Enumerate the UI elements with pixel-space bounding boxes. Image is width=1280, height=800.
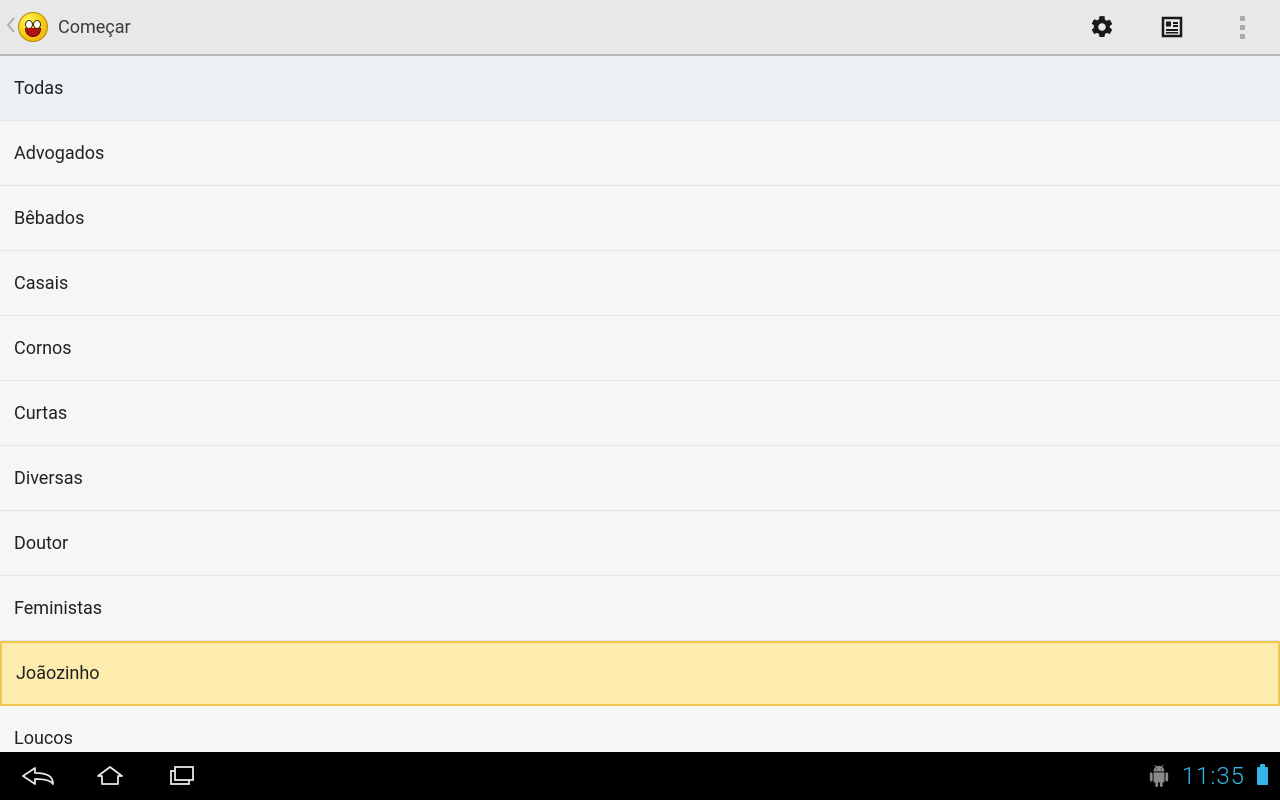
back-icon: [21, 764, 55, 788]
list-item-label: Loucos: [14, 728, 73, 749]
battery-icon: [1257, 767, 1268, 785]
nav-back-button[interactable]: [18, 756, 58, 796]
nav-recents-button[interactable]: [162, 756, 202, 796]
list-item-label: Joãozinho: [16, 663, 100, 684]
category-list: Todas Advogados Bêbados Casais Cornos Curtas D…: [0, 56, 1280, 800]
back-caret-icon[interactable]: [6, 15, 16, 39]
list-item[interactable]: Cornos: [0, 316, 1280, 381]
action-icons: [1078, 3, 1266, 51]
system-nav-bar: 11:35: [0, 752, 1280, 800]
list-item[interactable]: Todas: [0, 56, 1280, 121]
status-clock: 11:35: [1182, 762, 1245, 790]
list-item[interactable]: Bêbados: [0, 186, 1280, 251]
list-item[interactable]: Diversas: [0, 446, 1280, 511]
list-item-label: Diversas: [14, 468, 83, 489]
nav-home-button[interactable]: [90, 756, 130, 796]
list-item-label: Curtas: [14, 403, 67, 424]
app-smiley-icon[interactable]: [18, 12, 48, 42]
list-item-label: Doutor: [14, 533, 68, 554]
list-item[interactable]: Curtas: [0, 381, 1280, 446]
list-item[interactable]: Joãozinho: [0, 641, 1280, 706]
list-item[interactable]: Advogados: [0, 121, 1280, 186]
list-item-label: Bêbados: [14, 208, 84, 229]
gear-icon: [1089, 14, 1115, 40]
page-title: Começar: [58, 17, 131, 38]
list-item-label: Cornos: [14, 338, 72, 359]
recents-icon: [167, 764, 197, 788]
list-item-label: Advogados: [14, 143, 104, 164]
list-item-label: Casais: [14, 273, 68, 294]
home-icon: [95, 764, 125, 788]
list-item[interactable]: Feministas: [0, 576, 1280, 641]
overflow-menu-button[interactable]: [1218, 3, 1266, 51]
overflow-icon: [1232, 16, 1252, 39]
settings-button[interactable]: [1078, 3, 1126, 51]
list-item[interactable]: Casais: [0, 251, 1280, 316]
action-bar: Começar: [0, 0, 1280, 56]
list-item-label: Feministas: [14, 598, 102, 619]
list-item[interactable]: Doutor: [0, 511, 1280, 576]
status-area: 11:35: [1148, 762, 1268, 790]
article-icon: [1160, 15, 1184, 39]
android-icon: [1148, 765, 1170, 787]
list-view-button[interactable]: [1148, 3, 1196, 51]
list-item-label: Todas: [14, 78, 63, 99]
